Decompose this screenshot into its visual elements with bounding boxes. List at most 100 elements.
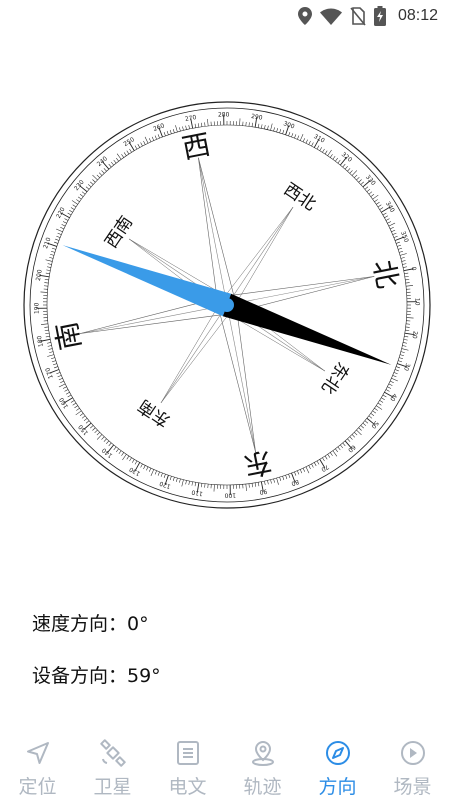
dial-tick-label: 210 (42, 236, 52, 249)
dial-tick (257, 123, 260, 128)
dial-tick (358, 427, 362, 431)
dial-tick (57, 232, 62, 235)
map-pin-icon (251, 740, 274, 766)
dial-tick (340, 444, 344, 449)
direction-label-north: 北 (367, 257, 405, 291)
dial-tick (390, 226, 394, 230)
nav-item-location[interactable]: 定位 (0, 730, 75, 800)
dial-tick (391, 229, 396, 233)
dial-tick (372, 410, 377, 414)
dial-tick-label: 220 (55, 206, 67, 220)
dial-tick (347, 168, 351, 172)
dial-tick (106, 440, 110, 445)
star-point (220, 207, 294, 310)
dial-tick-label: 10 (413, 298, 420, 306)
satellite-icon (99, 739, 126, 767)
dial-tick (103, 168, 107, 172)
dial-tick (55, 238, 60, 241)
dial-tick (176, 477, 178, 482)
dial-tick (118, 450, 122, 455)
dial-tick (264, 124, 266, 129)
nav-item-satellite[interactable]: 卫星 (75, 730, 150, 800)
play-circle-icon (400, 741, 425, 765)
dial-tick (54, 241, 58, 244)
dial-tick (351, 170, 358, 176)
nav-item-track[interactable]: 轨迹 (225, 730, 300, 800)
dial-tick (108, 442, 112, 447)
dial-tick-label: 340 (384, 200, 396, 214)
dial-tick (377, 402, 382, 406)
dial-tick (342, 442, 346, 447)
nav-item-telegram[interactable]: 电文 (150, 730, 225, 800)
dial-tick (123, 152, 127, 156)
dial-tick-label: 30 (402, 362, 411, 372)
dial-tick (96, 174, 100, 178)
dial-tick (376, 405, 383, 410)
dial-tick (121, 452, 124, 456)
dial-tick (113, 159, 117, 164)
dial-tick-label: 190 (33, 302, 40, 314)
dial-tick-label: 90 (259, 487, 268, 495)
dial-tick (354, 174, 358, 178)
dial-tick (276, 128, 278, 133)
dial-tick (181, 479, 184, 487)
dial-tick-label: 80 (290, 478, 300, 487)
dial-tick (121, 154, 124, 158)
dial-tick (368, 191, 373, 195)
dial-tick (207, 118, 209, 127)
dial-tick (254, 482, 257, 487)
dial-tick-label: 160 (58, 396, 70, 410)
dial-tick (45, 332, 50, 335)
dial-tick (54, 366, 58, 369)
dial-tick (126, 150, 130, 155)
dial-tick (46, 266, 51, 268)
dial-tick-label: 300 (282, 120, 295, 130)
dial-tick (92, 179, 96, 183)
dial-tick (401, 348, 409, 351)
dial-tick (98, 172, 103, 176)
dial-tick (396, 241, 400, 244)
dial-tick (116, 157, 119, 162)
dial-tick (48, 348, 53, 350)
direction-label-west: 西 (179, 128, 213, 166)
dial-tick (360, 425, 364, 429)
dial-tick (47, 263, 52, 265)
dial-tick (131, 459, 135, 463)
dial-tick (400, 257, 405, 259)
dial-tick (77, 196, 82, 200)
dial-tick (398, 247, 403, 250)
dial-tick (308, 465, 311, 470)
dial-tick (399, 253, 407, 256)
compass-needle (62, 245, 392, 365)
dial-tick (273, 478, 275, 483)
nav-item-scene[interactable]: 场景 (375, 730, 450, 800)
nav-label: 轨迹 (243, 776, 282, 798)
dial-tick (76, 408, 80, 411)
dial-tick (191, 481, 193, 486)
dial-tick (175, 125, 178, 133)
dial-tick-label: 60 (346, 443, 356, 453)
dial-tick (197, 123, 200, 128)
dial-tick (90, 181, 94, 185)
nav-label: 电文 (168, 776, 207, 798)
dial-tick (358, 179, 362, 183)
dial-tick (113, 446, 117, 451)
dial-tick (332, 155, 336, 160)
needle-pivot (220, 298, 234, 312)
device-direction-text: 设备方向：59° (32, 665, 161, 687)
dial-tick (60, 380, 64, 384)
dial-tick (387, 386, 392, 389)
star-point (198, 157, 237, 308)
direction-label-southeast: 东南 (135, 395, 174, 431)
dial-tick (245, 483, 247, 492)
dial-tick (79, 194, 84, 197)
dial-tick (297, 470, 300, 475)
battery-charging-icon (373, 6, 386, 26)
dial-tick (172, 128, 175, 133)
dial-tick (143, 140, 146, 145)
dial-tick-label: 110 (191, 488, 204, 497)
dial-tick (403, 342, 408, 344)
nav-item-direction[interactable]: 方向 (300, 730, 375, 800)
dial-tick (356, 429, 362, 436)
dial-tick (294, 134, 297, 139)
